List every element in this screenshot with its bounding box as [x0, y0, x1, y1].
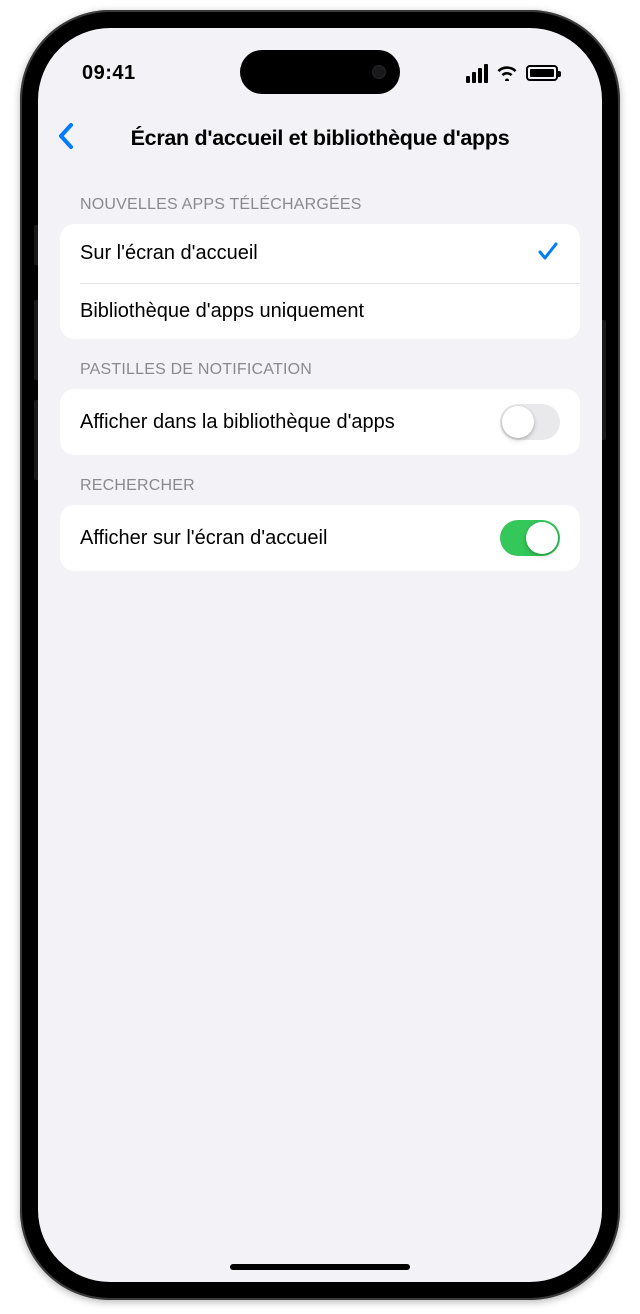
toggle-show-in-app-library[interactable]	[500, 404, 560, 440]
option-app-library-only[interactable]: Bibliothèque d'apps uniquement	[60, 283, 580, 339]
nav-bar: Écran d'accueil et bibliothèque d'apps	[38, 110, 602, 166]
home-indicator[interactable]	[230, 1264, 410, 1270]
status-time: 09:41	[82, 62, 136, 85]
cellular-signal-icon	[466, 64, 488, 83]
row-label: Afficher sur l'écran d'accueil	[80, 526, 500, 551]
row-show-on-home-screen: Afficher sur l'écran d'accueil	[60, 505, 580, 571]
wifi-icon	[496, 65, 518, 81]
group-badges: Afficher dans la bibliothèque d'apps	[60, 389, 580, 455]
option-label: Bibliothèque d'apps uniquement	[80, 299, 560, 324]
toggle-show-on-home-screen[interactable]	[500, 520, 560, 556]
row-label: Afficher dans la bibliothèque d'apps	[80, 410, 500, 435]
section-header-new-apps: NOUVELLES APPS TÉLÉCHARGÉES	[60, 174, 580, 224]
group-new-apps: Sur l'écran d'accueil Bibliothèque d'app…	[60, 224, 580, 339]
phone-frame: 09:41	[20, 10, 620, 1300]
screen: 09:41	[38, 28, 602, 1282]
section-header-badges: PASTILLES DE NOTIFICATION	[60, 339, 580, 389]
row-show-in-app-library: Afficher dans la bibliothèque d'apps	[60, 389, 580, 455]
section-header-search: RECHERCHER	[60, 455, 580, 505]
back-button[interactable]	[56, 122, 76, 155]
battery-icon	[526, 65, 558, 81]
group-search: Afficher sur l'écran d'accueil	[60, 505, 580, 571]
checkmark-icon	[536, 239, 560, 268]
option-label: Sur l'écran d'accueil	[80, 241, 536, 266]
dynamic-island	[240, 50, 400, 94]
page-title: Écran d'accueil et bibliothèque d'apps	[76, 126, 564, 151]
option-home-screen[interactable]: Sur l'écran d'accueil	[60, 224, 580, 283]
